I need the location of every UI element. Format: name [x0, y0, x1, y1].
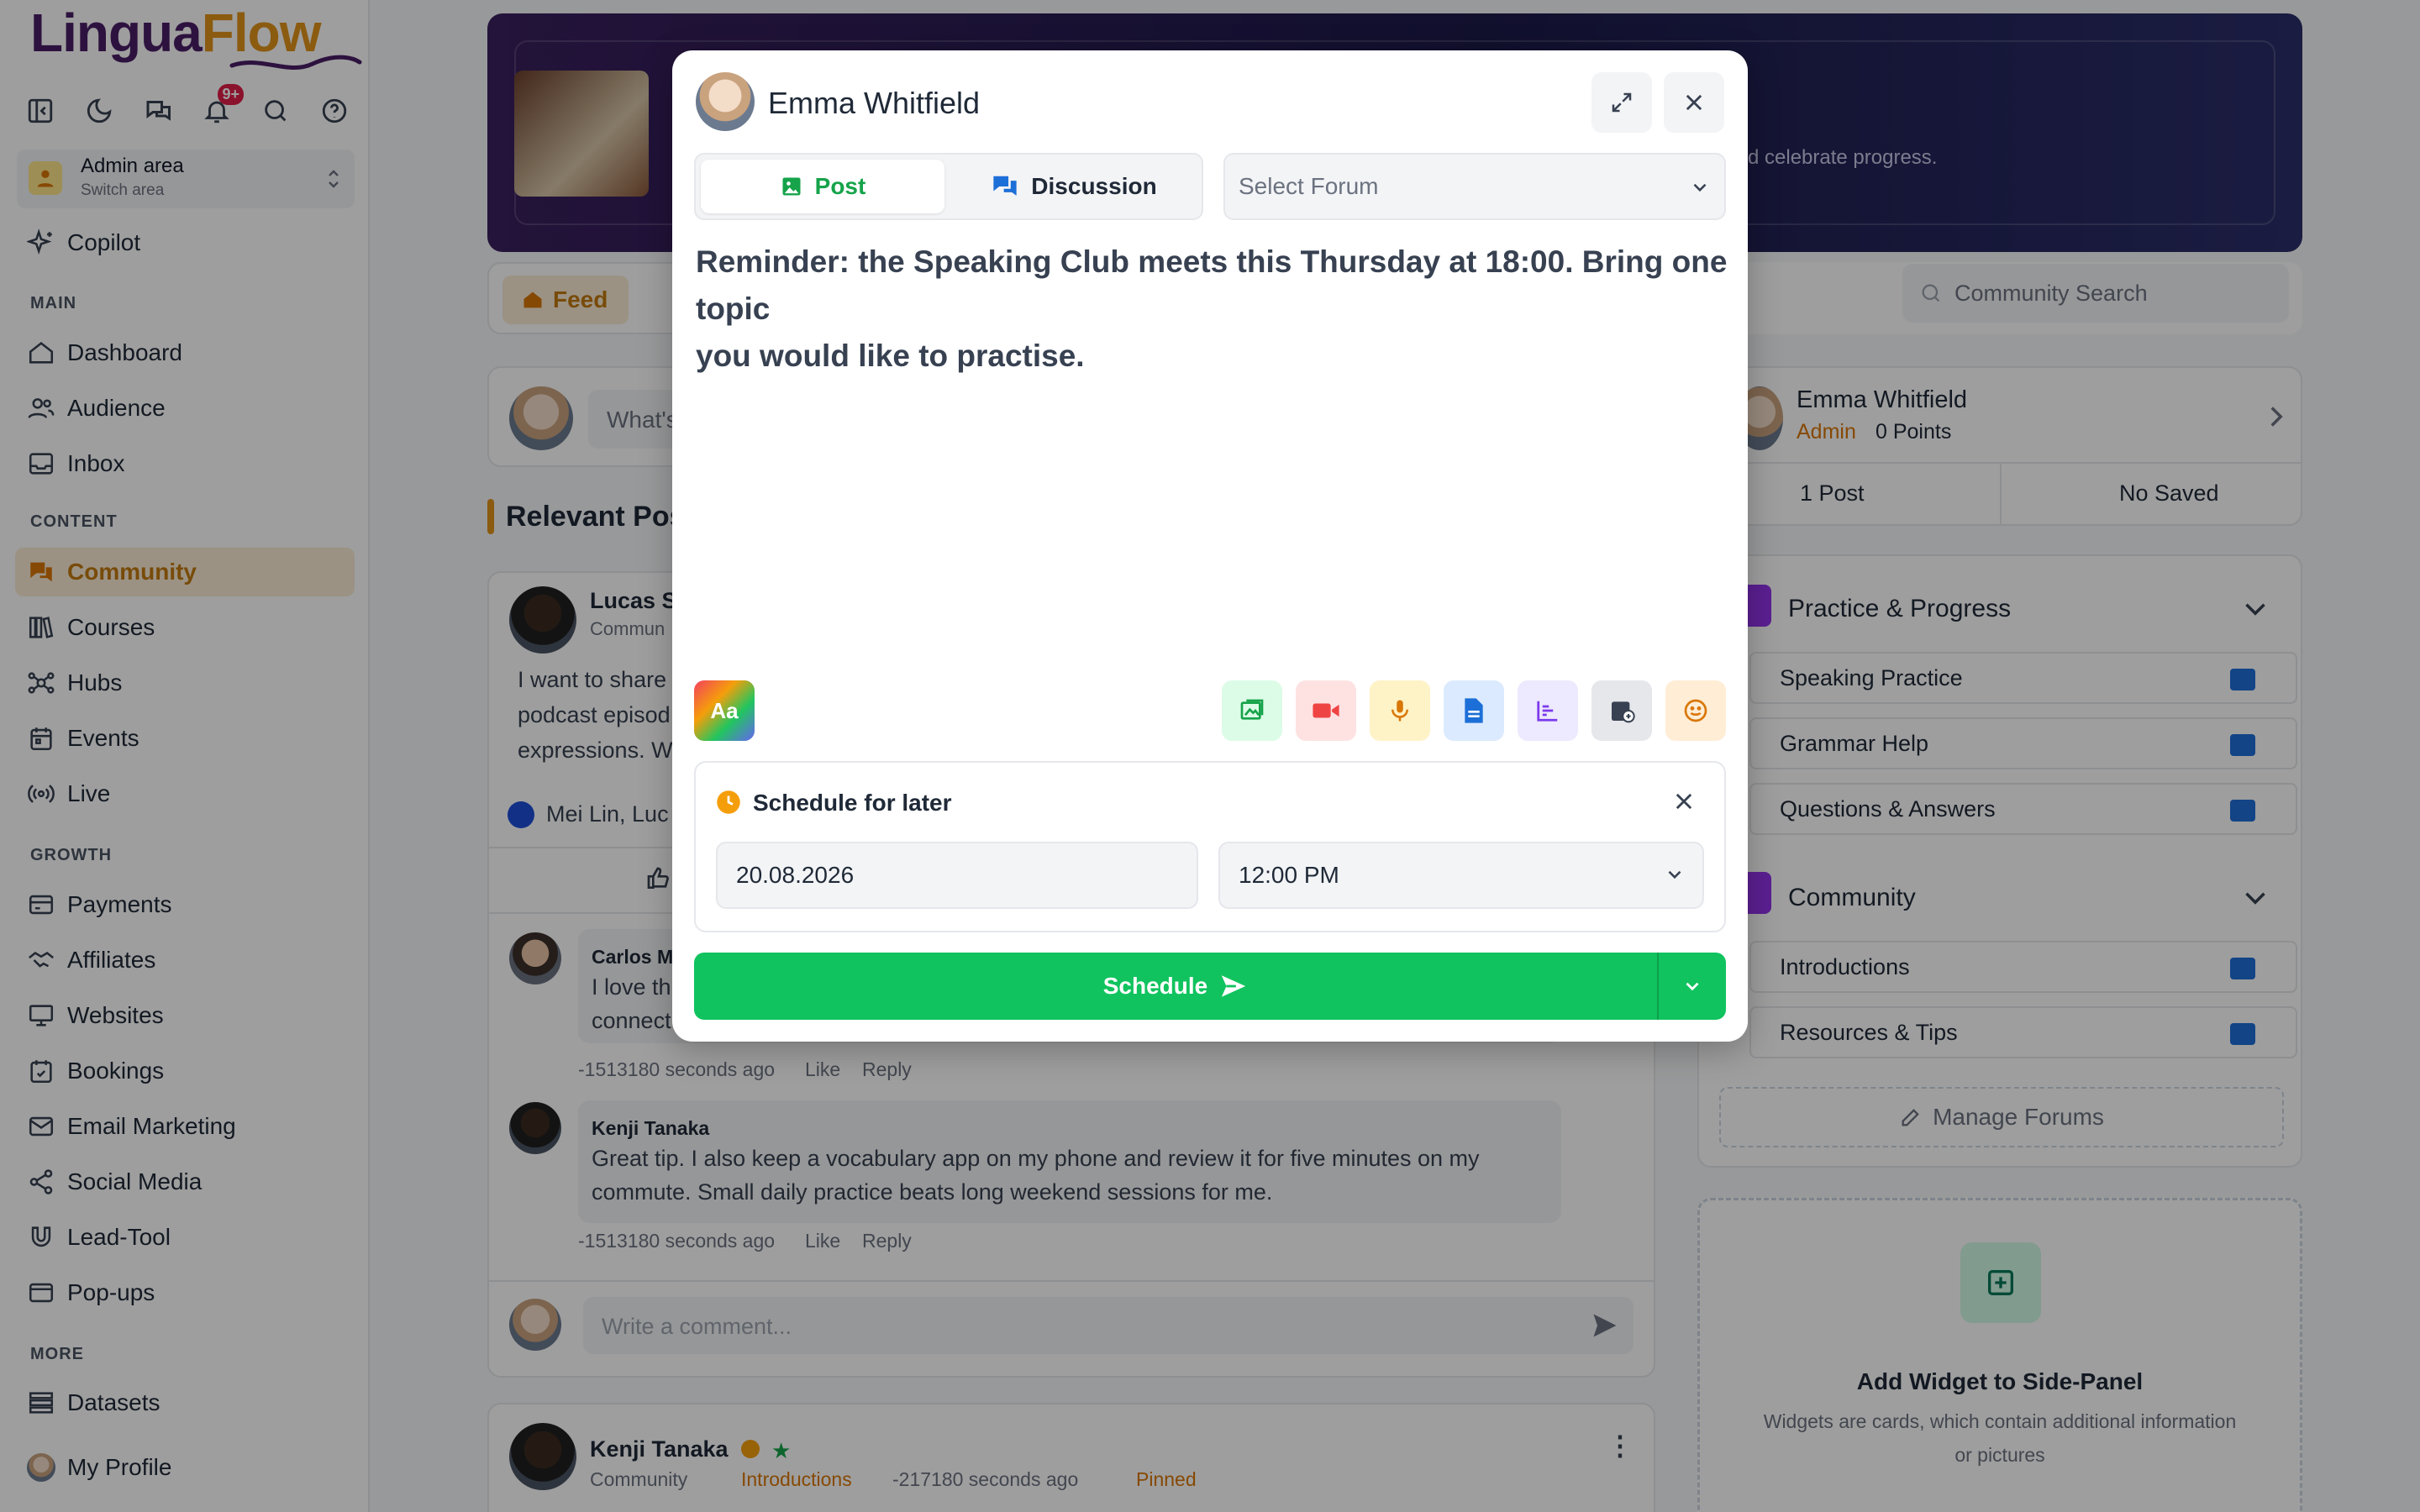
chevron-down-icon: [1668, 870, 1681, 879]
schedule-options-button[interactable]: [1659, 953, 1726, 1020]
expand-button[interactable]: [1591, 72, 1652, 133]
post-type-toggle: Post Discussion: [694, 153, 1203, 220]
add-file-button[interactable]: [1444, 680, 1504, 741]
poll-icon: [1537, 701, 1558, 722]
close-button[interactable]: [1664, 72, 1724, 133]
send-icon: [1222, 975, 1246, 997]
create-post-modal: Emma Whitfield Post Discussion Select Fo…: [672, 50, 1748, 1042]
video-icon: [1313, 703, 1339, 718]
add-poll-button[interactable]: [1518, 680, 1578, 741]
schedule-button-group: Schedule: [694, 953, 1726, 1020]
event-add-icon: [1612, 701, 1635, 723]
forum-select[interactable]: Select Forum: [1223, 153, 1726, 220]
image-icon: [782, 177, 801, 196]
chevron-down-icon: [1693, 183, 1707, 192]
post-content-line: Reminder: the Speaking Club meets this T…: [696, 244, 1728, 326]
expand-icon: [1612, 92, 1632, 113]
add-video-button[interactable]: [1296, 680, 1356, 741]
add-audio-button[interactable]: [1370, 680, 1430, 741]
discussion-icon: [993, 176, 1017, 196]
text-format-button[interactable]: Aa: [694, 680, 755, 741]
chevron-down-icon: [1686, 982, 1699, 991]
document-icon: [1465, 698, 1483, 723]
author-avatar: [696, 72, 755, 131]
tab-post[interactable]: Post: [701, 160, 944, 213]
schedule-date-input[interactable]: 20.08.2026: [716, 842, 1198, 909]
tab-discussion[interactable]: Discussion: [948, 160, 1200, 213]
post-content-line: you would like to practise.: [696, 339, 1085, 373]
clock-icon: [716, 790, 741, 815]
add-event-button[interactable]: [1591, 680, 1652, 741]
add-emoji-button[interactable]: [1665, 680, 1726, 741]
close-schedule-icon[interactable]: [1672, 790, 1696, 813]
close-icon: [1686, 94, 1702, 111]
microphone-icon: [1392, 700, 1408, 722]
schedule-title: Schedule for later: [753, 790, 952, 816]
add-image-button[interactable]: [1222, 680, 1282, 741]
image-icon: [1240, 699, 1264, 720]
schedule-panel: Schedule for later 20.08.2026 12:00 PM: [694, 761, 1726, 932]
author-name: Emma Whitfield: [768, 86, 981, 120]
schedule-button[interactable]: Schedule: [694, 953, 1657, 1020]
emoji-icon: [1684, 699, 1707, 722]
post-content-editor[interactable]: Reminder: the Speaking Club meets this T…: [696, 239, 1729, 380]
schedule-time-select[interactable]: 12:00 PM: [1218, 842, 1704, 909]
